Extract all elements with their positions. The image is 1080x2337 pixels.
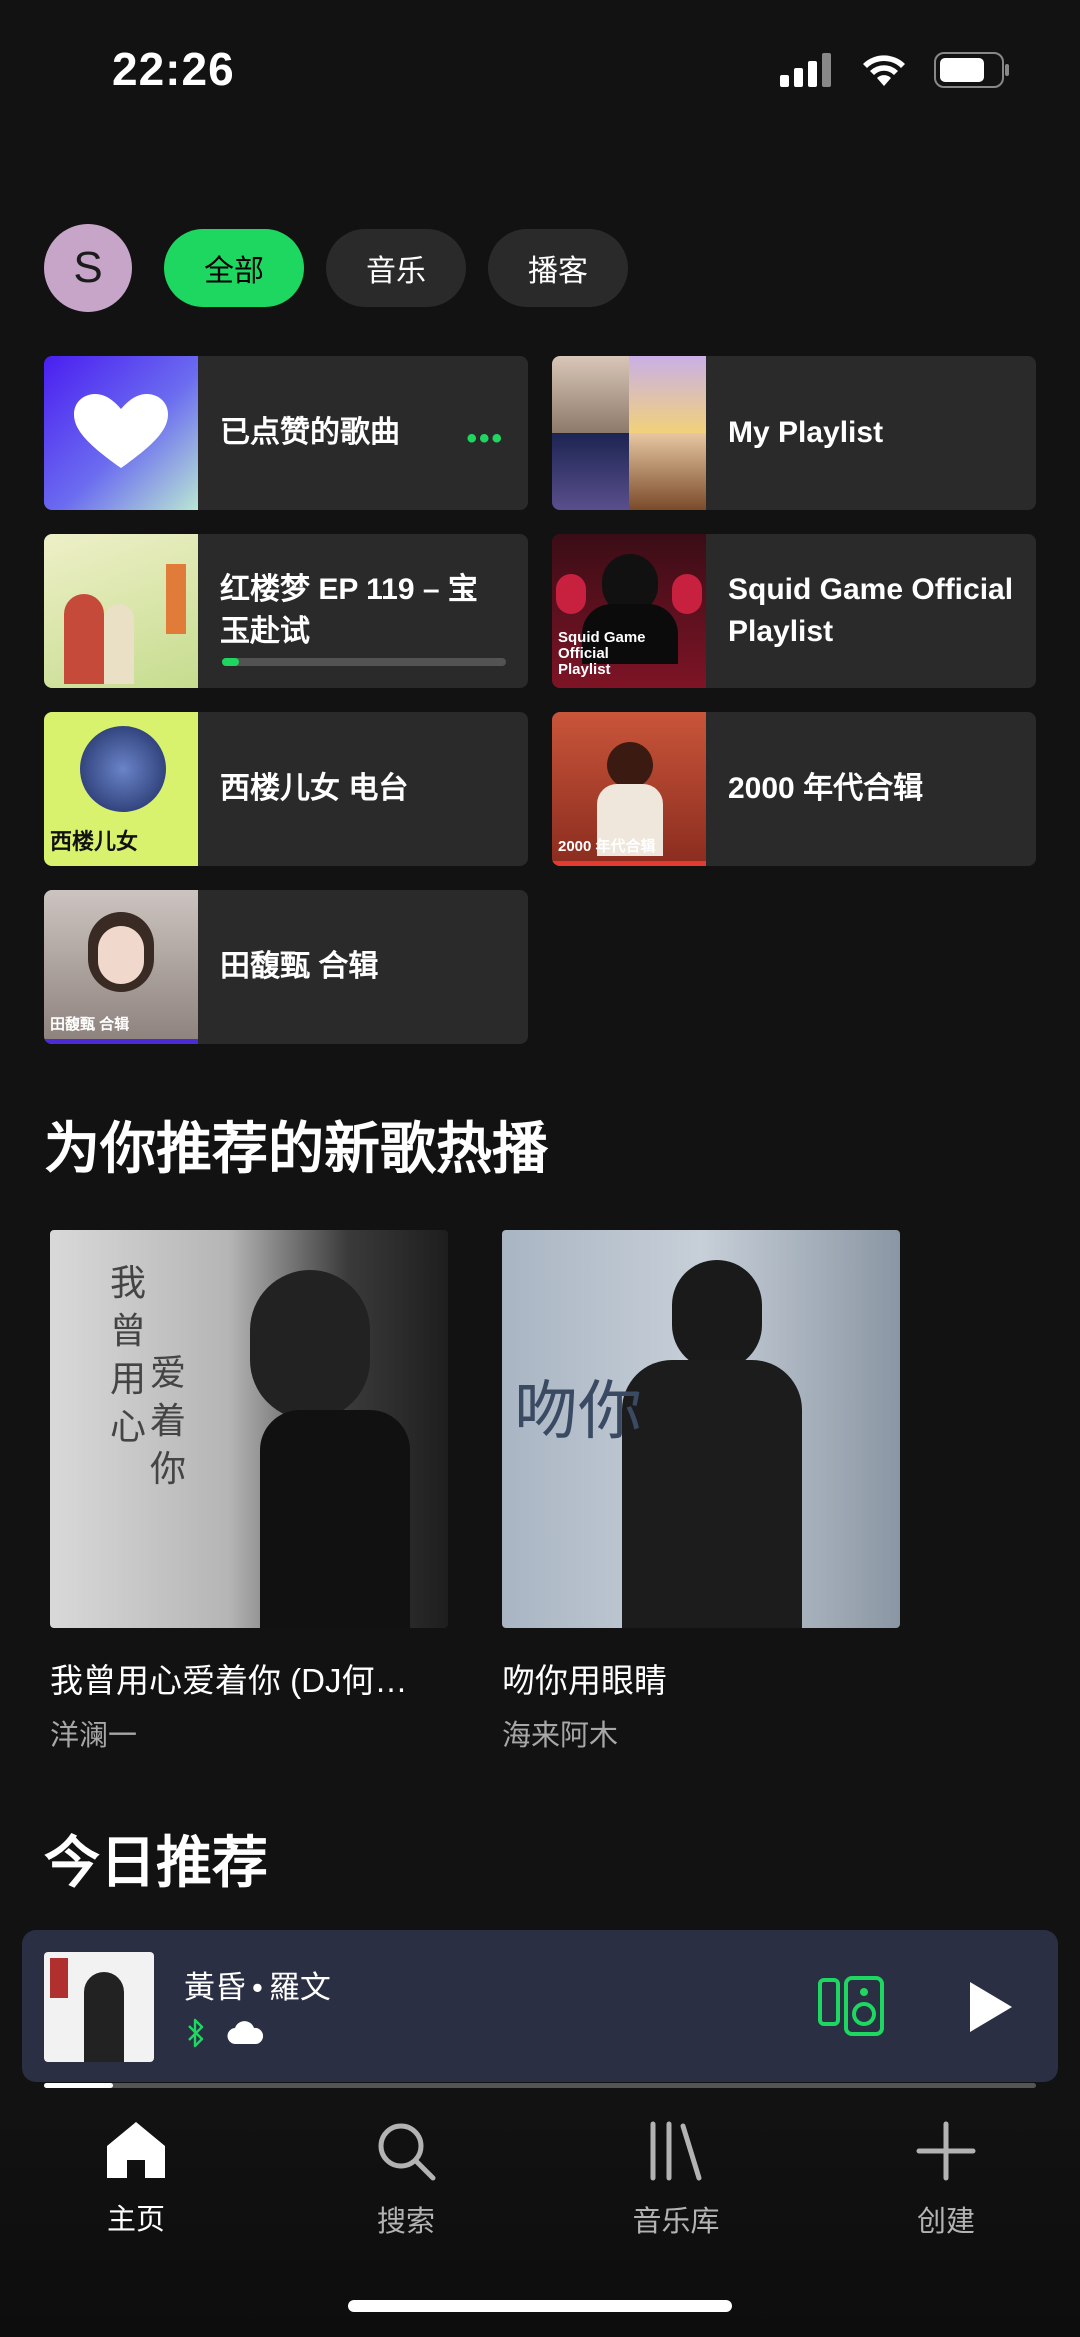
squid-thumb-caption: Squid Game Official Playlist [558, 629, 646, 678]
mini-player[interactable]: 黃昏 • 羅文 [22, 1930, 1058, 2088]
mosaic-cover-4 [629, 433, 706, 510]
episode-progress-bar [222, 658, 506, 666]
tile-label: 田馥甄 合辑 [220, 950, 379, 983]
section-title-today: 今日推荐 [44, 1831, 268, 1894]
mosaic-cover-2 [629, 356, 706, 433]
card-title: 我曾用心爱着你 (DJ何… [50, 1662, 408, 1699]
cellular-signal-icon [780, 53, 831, 87]
tile-liked-songs[interactable]: 已点赞的歌曲 ••• [44, 356, 528, 510]
heart-icon [74, 394, 168, 468]
nav-create[interactable]: 创建 [866, 2120, 1026, 2240]
tian-thumb-caption: 田馥甄 合辑 [50, 1016, 130, 1033]
mosaic-cover-3 [552, 433, 629, 510]
quick-access-grid: 已点赞的歌曲 ••• My Playlist 红楼梦 EP 119 – 宝玉赴试… [44, 356, 1036, 1044]
nav-label: 主页 [106, 2204, 165, 2236]
profile-avatar[interactable]: S [44, 224, 132, 312]
status-bar: 22:26 [0, 0, 1080, 140]
battery-icon [934, 52, 1009, 88]
wifi-icon [863, 55, 905, 86]
tile-label: 红楼梦 EP 119 – 宝玉赴试 [220, 573, 478, 648]
tile-label: 西楼儿女 电台 [220, 772, 409, 805]
nav-home[interactable]: 主页 [56, 2120, 216, 2238]
episode-progress-fill [222, 658, 240, 666]
now-playing-cover [44, 1952, 154, 2062]
filter-bar: S 全部 音乐 播客 [44, 224, 628, 312]
nav-label: 音乐库 [632, 2206, 720, 2238]
tile-tian-fuzhen-mix[interactable]: 田馥甄 合辑 田馥甄 合辑 [44, 890, 528, 1044]
play-icon [970, 1982, 1012, 2032]
tile-label: 2000 年代合辑 [728, 772, 924, 805]
my-playlist-mosaic [552, 356, 706, 510]
honglou-cover [44, 534, 198, 688]
home-indicator[interactable] [348, 2300, 732, 2312]
connect-device-button[interactable] [818, 1976, 884, 2041]
tile-squid-game[interactable]: Squid Game Official Playlist Squid Game … [552, 534, 1036, 688]
chip-music[interactable]: 音乐 [326, 229, 466, 307]
liked-songs-cover [44, 356, 198, 510]
tile-2000s-mix[interactable]: 2000 年代合辑 2000 年代合辑 [552, 712, 1036, 866]
nav-label: 搜索 [376, 2206, 435, 2238]
now-playing-artist: 羅文 [268, 1970, 331, 2005]
more-options-icon[interactable]: ••• [466, 422, 504, 456]
tile-podcast-episode[interactable]: 红楼梦 EP 119 – 宝玉赴试 [44, 534, 528, 688]
mix-2000s-thumb-caption: 2000 年代合辑 [558, 838, 656, 855]
card-cover: 我曾用心 爱着你 [50, 1230, 448, 1628]
xilou-cover: 西楼儿女 [44, 712, 198, 866]
xilou-thumb-caption: 西楼儿女 [50, 829, 139, 854]
chip-all[interactable]: 全部 [164, 229, 304, 307]
recommendation-card[interactable]: 吻你 吻你用眼睛 海来阿木 [502, 1230, 900, 1754]
search-icon [378, 2123, 436, 2181]
recommendation-card[interactable]: 我曾用心 爱着你 我曾用心爱着你 (DJ何… 洋澜一 [50, 1230, 448, 1754]
status-time: 22:26 [112, 43, 235, 95]
bluetooth-icon [188, 2018, 204, 2048]
tile-my-playlist[interactable]: My Playlist [552, 356, 1036, 510]
tile-xilou-radio[interactable]: 西楼儿女 西楼儿女 电台 [44, 712, 528, 866]
now-playing-song: 黃昏 [184, 1970, 246, 2005]
mix-2000s-cover: 2000 年代合辑 [552, 712, 706, 866]
tile-label: My Playlist [728, 416, 884, 449]
speaker-device-icon [818, 1976, 884, 2036]
card-artist: 洋澜一 [50, 1720, 138, 1752]
squid-game-cover: Squid Game Official Playlist [552, 534, 706, 688]
tian-fuzhen-cover: 田馥甄 合辑 [44, 890, 198, 1044]
playback-progress-bar[interactable] [44, 2083, 1036, 2088]
play-button[interactable] [966, 1980, 1016, 2039]
separator-dot: • [252, 1970, 263, 2005]
status-icons [780, 52, 1010, 88]
mosaic-cover-1 [552, 356, 629, 433]
plus-icon [916, 2121, 976, 2181]
card-cover: 吻你 [502, 1230, 900, 1628]
card-artist: 海来阿木 [502, 1720, 619, 1752]
chip-podcasts[interactable]: 播客 [488, 229, 628, 307]
tile-label: Squid Game Official Playlist [728, 573, 1014, 648]
section-title-new-hits: 为你推荐的新歌热播 [44, 1117, 548, 1180]
library-icon [650, 2121, 702, 2181]
tile-label: 已点赞的歌曲 [220, 416, 400, 449]
playback-progress-fill [44, 2083, 114, 2088]
nav-label: 创建 [916, 2206, 975, 2238]
nav-library[interactable]: 音乐库 [596, 2120, 756, 2240]
now-playing-meta [186, 2018, 264, 2048]
home-icon [107, 2122, 165, 2178]
nav-search[interactable]: 搜索 [326, 2120, 486, 2240]
cloud-icon [227, 2021, 264, 2045]
card-title: 吻你用眼睛 [502, 1662, 667, 1699]
now-playing-text: 黃昏 • 羅文 [184, 1962, 331, 2007]
